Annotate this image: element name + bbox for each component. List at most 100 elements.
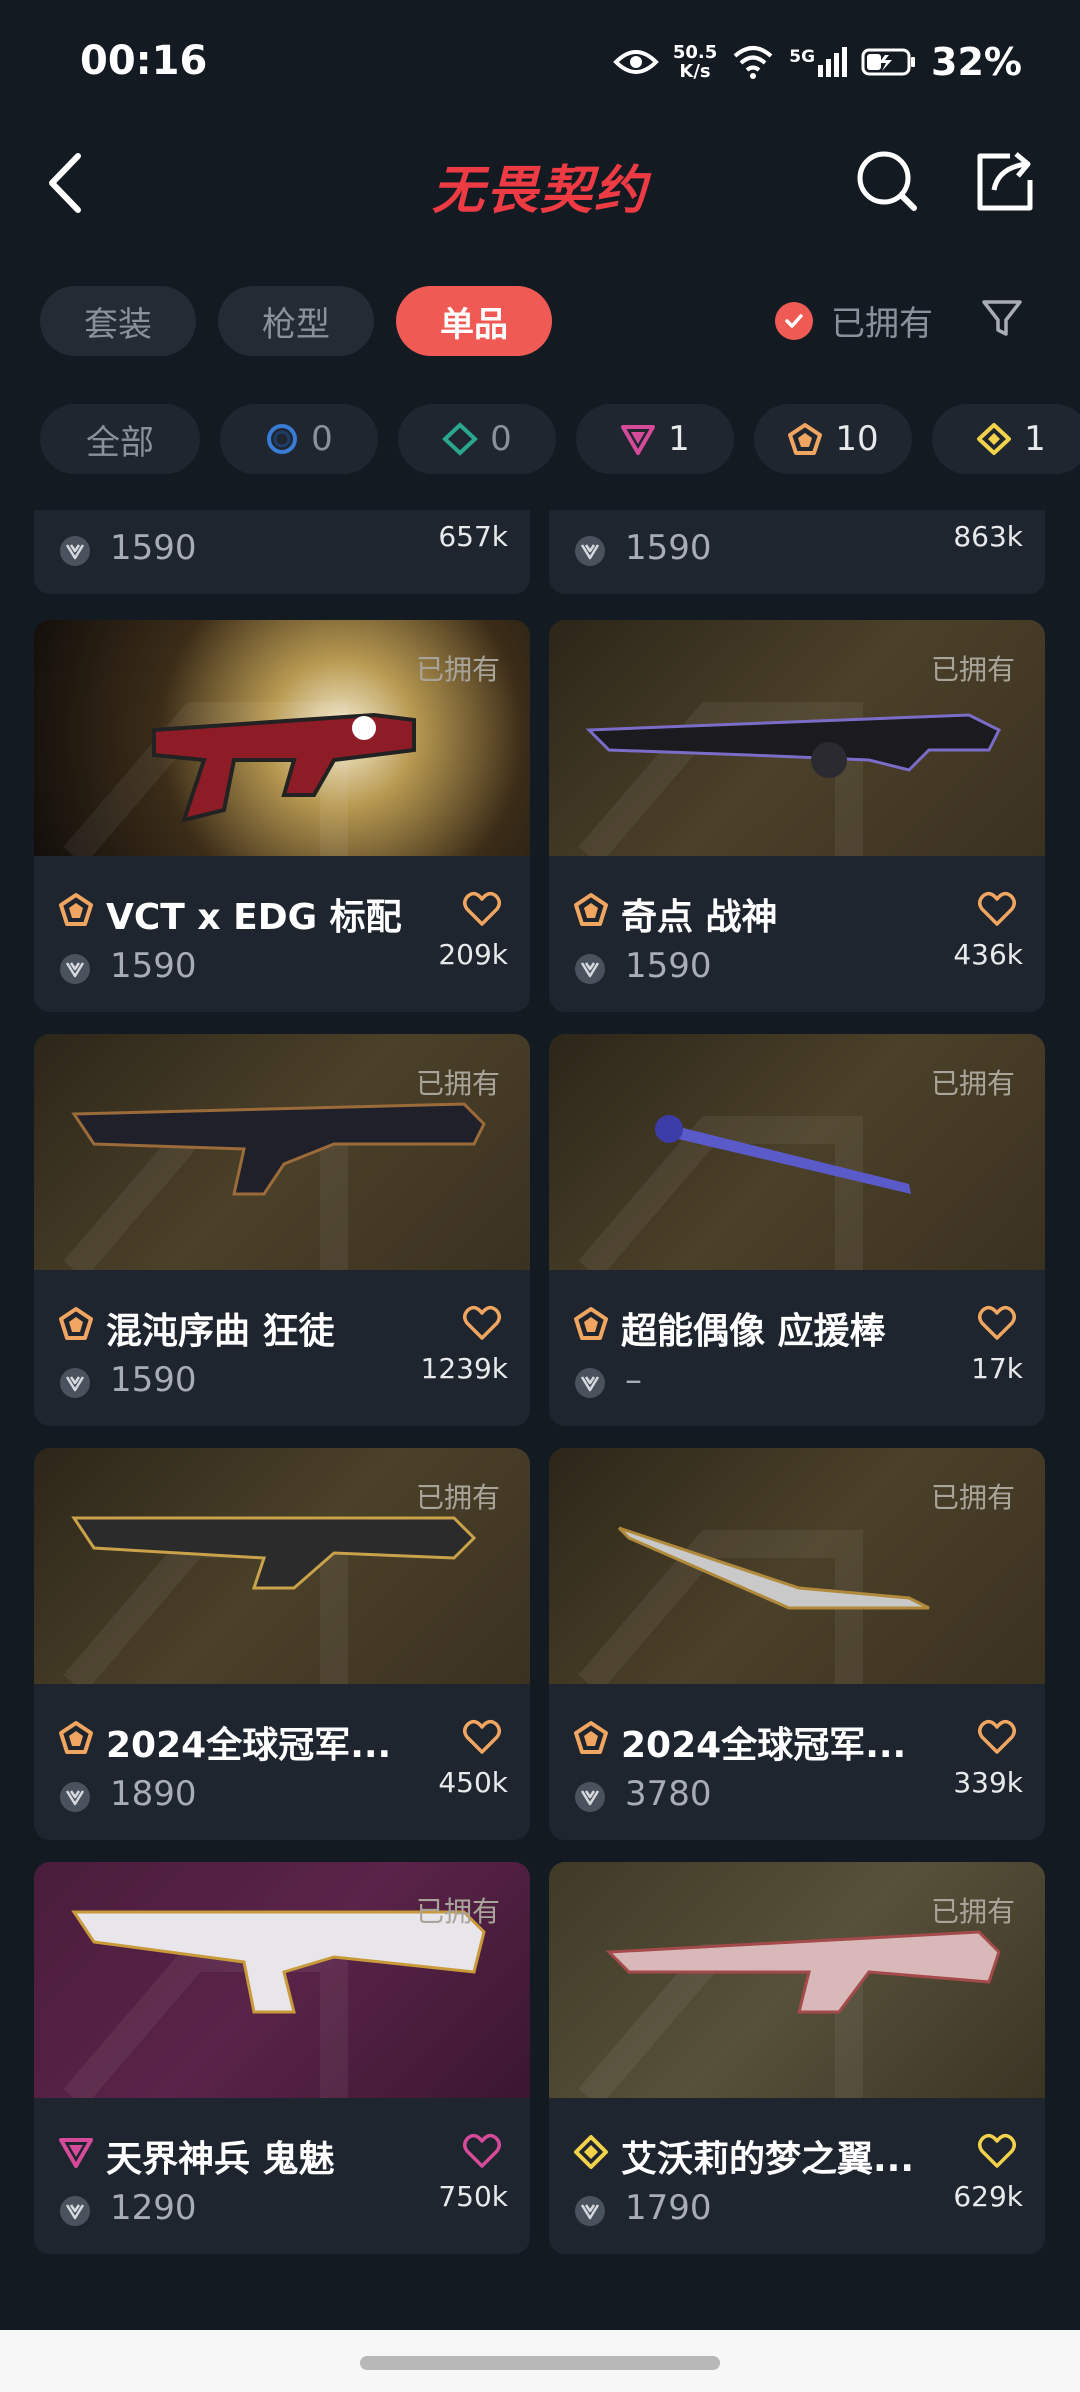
tab-gun-type[interactable]: 枪型 (218, 286, 374, 356)
skin-price: 1790 (625, 2188, 712, 2228)
vp-currency-icon (573, 1780, 607, 1814)
owned-badge: 已拥有 (930, 1067, 1015, 1100)
skin-price: – (625, 1360, 642, 1400)
ultra-tier-icon (573, 2134, 609, 2170)
rarity-filter-row: 全部 0 0 1 10 1 (40, 404, 1080, 474)
wifi-icon (733, 46, 773, 79)
ultra-tier-icon (977, 423, 1012, 455)
vp-currency-icon (573, 952, 607, 986)
skin-card[interactable]: 已拥有超能偶像 应援棒 – 17k (549, 1034, 1045, 1426)
eye-icon (612, 50, 659, 74)
skin-name: 奇点 战神 (621, 897, 778, 938)
heart-icon[interactable] (462, 890, 502, 928)
system-nav-bar (0, 2330, 1080, 2392)
skin-grid: 1590 657k 1590 863k 已拥有 VCT x EDG 标配 1590 209k 已… (0, 510, 1080, 2310)
skin-card[interactable]: 已拥有 2024全球冠军... 3780 339k (549, 1448, 1045, 1840)
like-count: 436k (953, 938, 1023, 971)
skin-card[interactable]: 已拥有奇点 战神 1590 436k (549, 620, 1045, 1012)
skin-card[interactable]: 已拥有 天界神兵 鬼魅 1290 750k (34, 1862, 530, 2254)
tab-set[interactable]: 套装 (40, 286, 196, 356)
rarity-chip-premium[interactable]: 1 (576, 404, 734, 474)
premium-tier-icon (58, 2134, 94, 2170)
owned-badge: 已拥有 (415, 653, 500, 686)
skin-price: 1590 (625, 528, 712, 568)
search-icon[interactable] (852, 146, 922, 216)
like-count: 209k (438, 938, 508, 971)
skin-name: 艾沃莉的梦之翼... (621, 2139, 915, 2180)
vp-currency-icon (58, 2194, 92, 2228)
vp-currency-icon (58, 534, 92, 568)
skin-name: VCT x EDG 标配 (106, 897, 402, 938)
rarity-chip-deluxe[interactable]: 0 (398, 404, 556, 474)
battery-percent: 32% (931, 40, 1022, 84)
vp-currency-icon (58, 1780, 92, 1814)
skin-card[interactable]: 已拥有 混沌序曲 狂徒 1590 1239k (34, 1034, 530, 1426)
like-count: 657k (438, 520, 508, 553)
like-count: 1239k (420, 1352, 508, 1385)
skin-price: 1890 (110, 1774, 197, 1814)
skin-name: 2024全球冠军... (106, 1725, 392, 1766)
select-tier-icon (267, 424, 298, 454)
like-count: 339k (953, 1766, 1023, 1799)
skin-price: 1590 (625, 946, 712, 986)
exclusive-tier-icon (573, 1720, 609, 1756)
cellular-signal-icon: 5G (789, 47, 848, 77)
app-header: 无畏契约 (0, 130, 1080, 240)
skin-card[interactable]: 已拥有 艾沃莉的梦之翼... 1790 629k (549, 1862, 1045, 2254)
vp-currency-icon (58, 1366, 92, 1400)
status-time: 00:16 (80, 38, 208, 84)
like-count: 750k (438, 2180, 508, 2213)
heart-icon[interactable] (977, 1304, 1017, 1342)
rarity-chip-ultra[interactable]: 1 (932, 404, 1080, 474)
exclusive-tier-icon (573, 1306, 609, 1342)
vp-currency-icon (58, 952, 92, 986)
home-indicator[interactable] (360, 2356, 720, 2370)
heart-icon[interactable] (977, 2132, 1017, 2170)
owned-badge: 已拥有 (415, 1481, 500, 1514)
heart-icon[interactable] (462, 2132, 502, 2170)
heart-icon[interactable] (462, 1304, 502, 1342)
heart-icon[interactable] (977, 890, 1017, 928)
vp-currency-icon (573, 2194, 607, 2228)
status-icons: 50.5 K/s 5G 32% (612, 40, 1022, 84)
owned-badge: 已拥有 (415, 1067, 500, 1100)
rarity-chip-all[interactable]: 全部 (40, 404, 200, 474)
tab-single-item[interactable]: 单品 (396, 286, 552, 356)
filter-icon[interactable] (980, 296, 1024, 340)
net-speed: 50.5 K/s (672, 42, 718, 82)
category-tabs: 套装 枪型 单品 (40, 286, 552, 356)
rarity-chip-select[interactable]: 0 (220, 404, 378, 474)
skin-card[interactable]: 已拥有 VCT x EDG 标配 1590 209k (34, 620, 530, 1012)
heart-icon[interactable] (462, 1718, 502, 1756)
exclusive-tier-icon (58, 1306, 94, 1342)
skin-name: 混沌序曲 狂徒 (106, 1311, 335, 1352)
skin-name: 天界神兵 鬼魅 (106, 2139, 335, 2180)
vp-currency-icon (573, 534, 607, 568)
heart-icon[interactable] (977, 1718, 1017, 1756)
like-count: 629k (953, 2180, 1023, 2213)
share-icon[interactable] (970, 146, 1040, 216)
owned-badge: 已拥有 (930, 653, 1015, 686)
like-count: 17k (971, 1352, 1023, 1385)
partial-skin-card[interactable]: 1590 657k (34, 510, 530, 594)
like-count: 450k (438, 1766, 508, 1799)
skin-price: 1290 (110, 2188, 197, 2228)
exclusive-tier-icon (58, 892, 94, 928)
premium-tier-icon (621, 425, 656, 455)
skin-name: 2024全球冠军... (621, 1725, 907, 1766)
exclusive-tier-icon (573, 892, 609, 928)
exclusive-tier-icon (58, 1720, 94, 1756)
skin-price: 3780 (625, 1774, 712, 1814)
owned-filter-label: 已拥有 (831, 304, 933, 344)
battery-icon (861, 48, 916, 76)
vp-currency-icon (573, 1366, 607, 1400)
deluxe-tier-icon (442, 422, 479, 456)
skin-price: 1590 (110, 528, 197, 568)
owned-filter-toggle[interactable]: 已拥有 (775, 296, 933, 345)
skin-card[interactable]: 已拥有 2024全球冠军... 1890 450k (34, 1448, 530, 1840)
owned-badge: 已拥有 (930, 1481, 1015, 1514)
rarity-chip-exclusive[interactable]: 10 (754, 404, 912, 474)
skin-name: 超能偶像 应援棒 (621, 1311, 886, 1352)
partial-skin-card[interactable]: 1590 863k (549, 510, 1045, 594)
like-count: 863k (953, 520, 1023, 553)
